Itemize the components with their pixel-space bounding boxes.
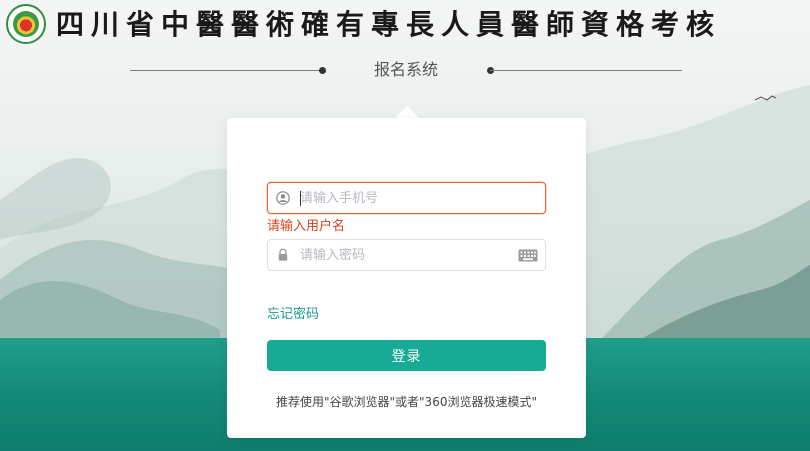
forgot-password-link[interactable]: 忘记密码: [267, 306, 319, 324]
phone-error-message: 请输入用户名: [267, 219, 346, 234]
divider-line-right: [490, 70, 682, 71]
text-cursor: [300, 191, 301, 206]
login-card: 请输入用户名 忘记密码 登录 推荐使用"谷歌浏览器"或者"360浏览器极速模式": [227, 118, 586, 438]
user-icon: [276, 191, 290, 205]
emblem-logo: [6, 4, 46, 44]
divider-dot-left: [319, 67, 326, 74]
keyboard-icon[interactable]: [518, 249, 538, 262]
subtitle-row: 报名系统: [0, 56, 810, 84]
phone-input[interactable]: [300, 183, 510, 213]
login-card-pointer: [395, 106, 419, 118]
page-subtitle: 报名系统: [373, 60, 438, 79]
page-header: 四川省中醫醫術確有專長人員醫師資格考核: [0, 0, 810, 52]
lock-icon: [278, 248, 288, 261]
browser-recommendation: 推荐使用"谷歌浏览器"或者"360浏览器极速模式": [276, 395, 537, 409]
page-title: 四川省中醫醫術確有專長人員醫師資格考核: [56, 8, 722, 41]
password-input[interactable]: [300, 240, 510, 270]
divider-line-left: [130, 70, 322, 71]
phone-field[interactable]: [267, 182, 546, 214]
login-button[interactable]: 登录: [267, 340, 546, 371]
password-field[interactable]: [267, 239, 546, 271]
